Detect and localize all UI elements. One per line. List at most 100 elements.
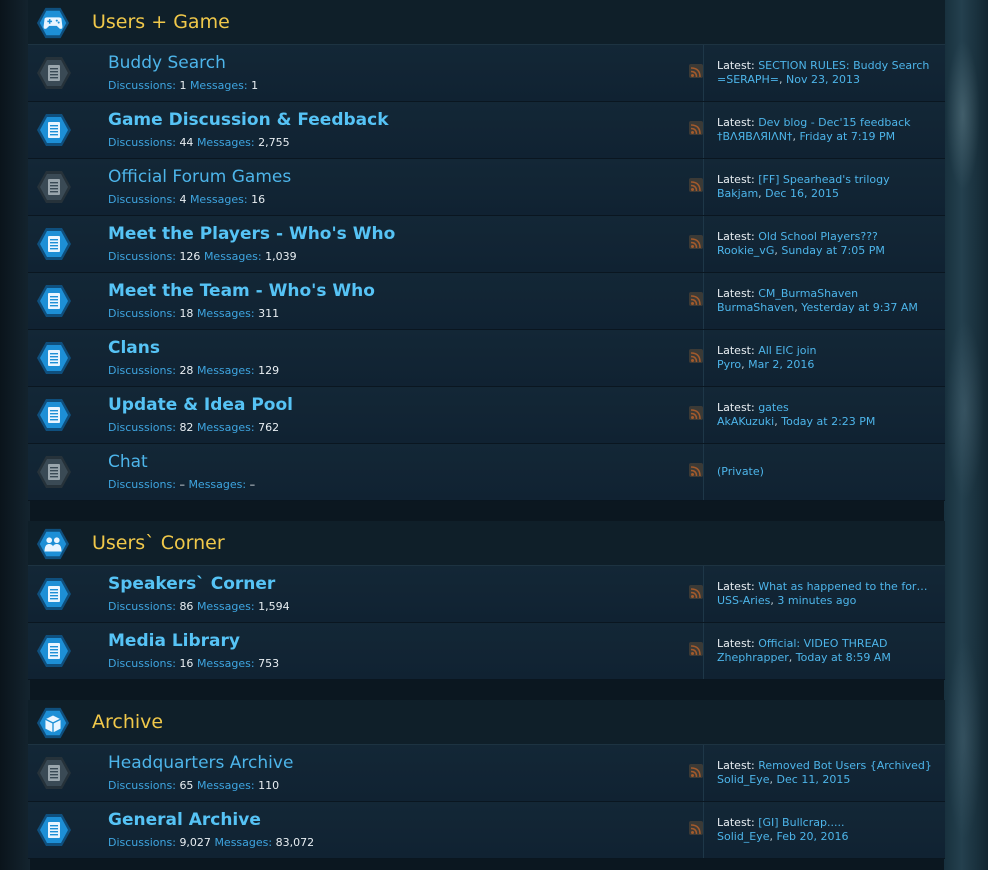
latest-thread-link[interactable]: What as happened to the forum <box>758 580 932 593</box>
latest-thread-link[interactable]: Official: VIDEO THREAD <box>758 637 887 650</box>
latest-date-link[interactable]: Sunday at 7:05 PM <box>781 244 885 257</box>
latest-thread-link[interactable]: [GI] Bullcrap..... <box>758 816 844 829</box>
latest-thread-link[interactable]: gates <box>758 401 789 414</box>
forum-list: Users + Game Buddy Search Discussions: 1 M… <box>28 0 945 859</box>
rss-icon <box>690 466 701 477</box>
latest-user-link[interactable]: Pyro <box>717 358 741 371</box>
forum-title-link[interactable]: Meet the Players - Who's Who <box>108 224 395 244</box>
rss-feed-icon[interactable] <box>689 642 703 656</box>
forum-icon[interactable] <box>36 112 72 148</box>
latest-user-link[interactable]: Zhephrapper <box>717 651 789 664</box>
rss-feed-icon[interactable] <box>689 406 703 420</box>
rss-feed-icon[interactable] <box>689 585 703 599</box>
latest-date-link[interactable]: Feb 20, 2016 <box>777 830 849 843</box>
node-list: Speakers` Corner Discussions: 86 Messages… <box>28 566 945 680</box>
latest-thread-link[interactable]: CM_BurmaShaven <box>758 287 858 300</box>
rss-feed-icon[interactable] <box>689 349 703 363</box>
forum-unread-icon <box>37 578 71 610</box>
last-post-meta: Zhephrapper, Today at 8:59 AM <box>717 651 932 664</box>
rss-feed-icon[interactable] <box>689 764 703 778</box>
forum-icon[interactable] <box>36 169 72 205</box>
discussions-count: 82 <box>179 421 194 434</box>
latest-date-link[interactable]: Dec 11, 2015 <box>777 773 851 786</box>
latest-thread-link[interactable]: Old School Players??? <box>758 230 878 243</box>
rss-feed-icon[interactable] <box>689 821 703 835</box>
forum-title-link[interactable]: Headquarters Archive <box>108 753 293 773</box>
date-separator: , <box>769 830 774 843</box>
latest-date-link[interactable]: 3 minutes ago <box>777 594 856 607</box>
forum-icon[interactable] <box>36 283 72 319</box>
latest-label: Latest: <box>717 173 755 186</box>
rss-feed-icon[interactable] <box>689 235 703 249</box>
forum-title-link[interactable]: Chat <box>108 452 148 472</box>
latest-label: Latest: <box>717 637 755 650</box>
forum-icon[interactable] <box>36 340 72 376</box>
rss-feed-icon[interactable] <box>689 121 703 135</box>
forum-icon[interactable] <box>36 633 72 669</box>
latest-thread-link[interactable]: Removed Bot Users {Archived} <box>758 759 932 772</box>
forum-title-link[interactable]: Update & Idea Pool <box>108 395 293 415</box>
latest-user-link[interactable]: Solid_Eye <box>717 830 770 843</box>
latest-thread-link[interactable]: [FF] Spearhead's trilogy <box>758 173 889 186</box>
latest-thread-link[interactable]: Dev blog - Dec'15 feedback <box>758 116 910 129</box>
forum-title-link[interactable]: General Archive <box>108 810 261 830</box>
messages-count: 1 <box>251 79 259 92</box>
discussions-label: Discussions: <box>108 136 176 149</box>
forum-title-link[interactable]: Meet the Team - Who's Who <box>108 281 375 301</box>
messages-label: Messages: <box>196 600 255 613</box>
forum-read-icon <box>37 57 71 89</box>
latest-user-link[interactable]: =SERAPH= <box>717 73 779 86</box>
latest-date-link[interactable]: Yesterday at 9:37 AM <box>801 301 918 314</box>
latest-user-link[interactable]: USS-Aries <box>717 594 770 607</box>
last-post: (Private) <box>703 444 946 500</box>
forum-title-link[interactable]: Speakers` Corner <box>108 574 275 594</box>
category-title-link[interactable]: Users + Game <box>92 11 230 33</box>
rss-feed-icon[interactable] <box>689 463 703 477</box>
rss-icon <box>690 124 701 135</box>
forum-unread-icon <box>37 635 71 667</box>
forum-icon[interactable] <box>36 454 72 490</box>
forum-icon[interactable] <box>36 812 72 848</box>
forum-title-link[interactable]: Game Discussion & Feedback <box>108 110 389 130</box>
latest-label: Latest: <box>717 816 755 829</box>
rss-feed-icon[interactable] <box>689 64 703 78</box>
latest-user-link[interactable]: †BΛЯBΛЯIΛN† <box>717 130 792 143</box>
latest-user-link[interactable]: Bakjam <box>717 187 758 200</box>
latest-thread-link[interactable]: SECTION RULES: Buddy Search <box>758 59 929 72</box>
latest-date-link[interactable]: Dec 16, 2015 <box>765 187 839 200</box>
latest-label: Latest: <box>717 580 755 593</box>
archive-box-icon <box>36 706 70 740</box>
latest-date-link[interactable]: Mar 2, 2016 <box>748 358 814 371</box>
forum-icon[interactable] <box>36 397 72 433</box>
latest-date-link[interactable]: Today at 2:23 PM <box>781 415 875 428</box>
forum-icon[interactable] <box>36 576 72 612</box>
last-post-title: Latest: [FF] Spearhead's trilogy <box>717 173 932 186</box>
forum-title-link[interactable]: Buddy Search <box>108 53 226 73</box>
last-post: Latest: Official: VIDEO THREAD Zhephrappe… <box>703 623 946 679</box>
forum-title-link[interactable]: Media Library <box>108 631 240 651</box>
rss-feed-icon[interactable] <box>689 178 703 192</box>
messages-label: Messages: <box>196 657 255 670</box>
forum-icon[interactable] <box>36 755 72 791</box>
latest-label: Latest: <box>717 344 755 357</box>
latest-date-link[interactable]: Friday at 7:19 PM <box>799 130 895 143</box>
discussions-count: 4 <box>179 193 187 206</box>
latest-thread-link[interactable]: All EIC join <box>758 344 816 357</box>
latest-date-link[interactable]: Nov 23, 2013 <box>786 73 860 86</box>
category-header: Users` Corner <box>28 521 945 566</box>
category-title-link[interactable]: Users` Corner <box>92 532 225 554</box>
category-title-link[interactable]: Archive <box>92 711 163 733</box>
latest-user-link[interactable]: Rookie_vG <box>717 244 774 257</box>
forum-title-link[interactable]: Official Forum Games <box>108 167 291 187</box>
forum-unread-icon <box>37 114 71 146</box>
latest-user-link[interactable]: BurmaShaven <box>717 301 794 314</box>
rss-icon <box>690 824 701 835</box>
latest-user-link[interactable]: Solid_Eye <box>717 773 770 786</box>
latest-date-link[interactable]: Today at 8:59 AM <box>796 651 891 664</box>
forum-icon[interactable] <box>36 226 72 262</box>
rss-feed-icon[interactable] <box>689 292 703 306</box>
forum-title-link[interactable]: Clans <box>108 338 160 358</box>
last-post-title: Latest: Official: VIDEO THREAD <box>717 637 932 650</box>
forum-icon[interactable] <box>36 55 72 91</box>
latest-user-link[interactable]: AkAKuzuki <box>717 415 774 428</box>
